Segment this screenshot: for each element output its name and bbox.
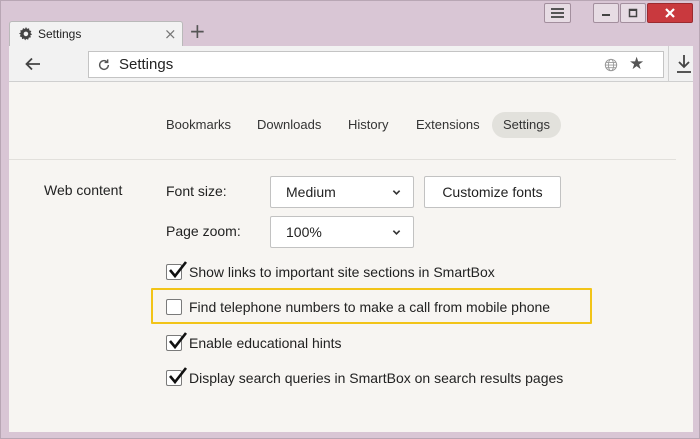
checkbox[interactable] [166, 332, 188, 351]
back-arrow-icon[interactable] [23, 54, 43, 74]
font-size-value: Medium [286, 184, 336, 200]
maximize-button[interactable] [620, 3, 646, 23]
checkbox[interactable] [166, 299, 182, 315]
settings-page: Bookmarks Downloads History Extensions S… [9, 82, 693, 432]
option-label: Enable educational hints [189, 335, 342, 351]
checkmark-icon [169, 261, 188, 279]
chevron-down-icon [392, 230, 401, 235]
checkbox[interactable] [166, 261, 188, 280]
browser-window: Settings × + Settings ★ Bookmarks Downlo… [0, 0, 700, 439]
download-icon[interactable] [676, 54, 692, 74]
minimize-icon [602, 14, 610, 16]
option-label: Find telephone numbers to make a call fr… [189, 299, 551, 315]
reload-icon[interactable] [97, 58, 111, 72]
page-zoom-label: Page zoom: [166, 223, 241, 239]
nav-bookmarks[interactable]: Bookmarks [155, 112, 242, 138]
font-size-label: Font size: [166, 183, 227, 199]
option-label: Display search queries in SmartBox on se… [189, 370, 564, 386]
menu-icon [551, 8, 564, 18]
toolbar-separator [668, 46, 669, 82]
globe-icon [604, 58, 618, 72]
maximize-icon [628, 8, 638, 18]
nav-settings[interactable]: Settings [492, 112, 561, 138]
title-bar: Settings × + [1, 1, 700, 47]
nav-divider [9, 159, 676, 160]
nav-history[interactable]: History [337, 112, 399, 138]
page-zoom-select[interactable]: 100% [270, 216, 414, 248]
tab-title: Settings [38, 27, 82, 41]
address-text: Settings [119, 56, 174, 73]
section-label: Web content [44, 182, 123, 198]
close-icon [665, 8, 675, 18]
chevron-down-icon [392, 190, 401, 195]
font-size-select[interactable]: Medium [270, 176, 414, 208]
option-label: Show links to important site sections in… [189, 264, 495, 280]
tab-close-icon[interactable]: × [164, 25, 177, 43]
address-bar[interactable]: Settings ★ [88, 51, 664, 78]
menu-button[interactable] [544, 3, 571, 23]
nav-downloads[interactable]: Downloads [246, 112, 332, 138]
gear-icon [19, 27, 33, 41]
customize-fonts-button[interactable]: Customize fonts [424, 176, 561, 208]
settings-nav: Bookmarks Downloads History Extensions S… [9, 112, 693, 138]
tab-settings[interactable]: Settings × [9, 21, 183, 47]
nav-extensions[interactable]: Extensions [405, 112, 491, 138]
checkmark-icon [169, 332, 188, 350]
minimize-button[interactable] [593, 3, 619, 23]
checkmark-icon [169, 367, 188, 385]
close-button[interactable] [647, 3, 693, 23]
bookmark-star-icon[interactable]: ★ [629, 54, 644, 74]
checkbox[interactable] [166, 367, 188, 386]
new-tab-button[interactable]: + [189, 19, 206, 43]
toolbar: Settings ★ [9, 46, 693, 82]
page-zoom-value: 100% [286, 224, 322, 240]
